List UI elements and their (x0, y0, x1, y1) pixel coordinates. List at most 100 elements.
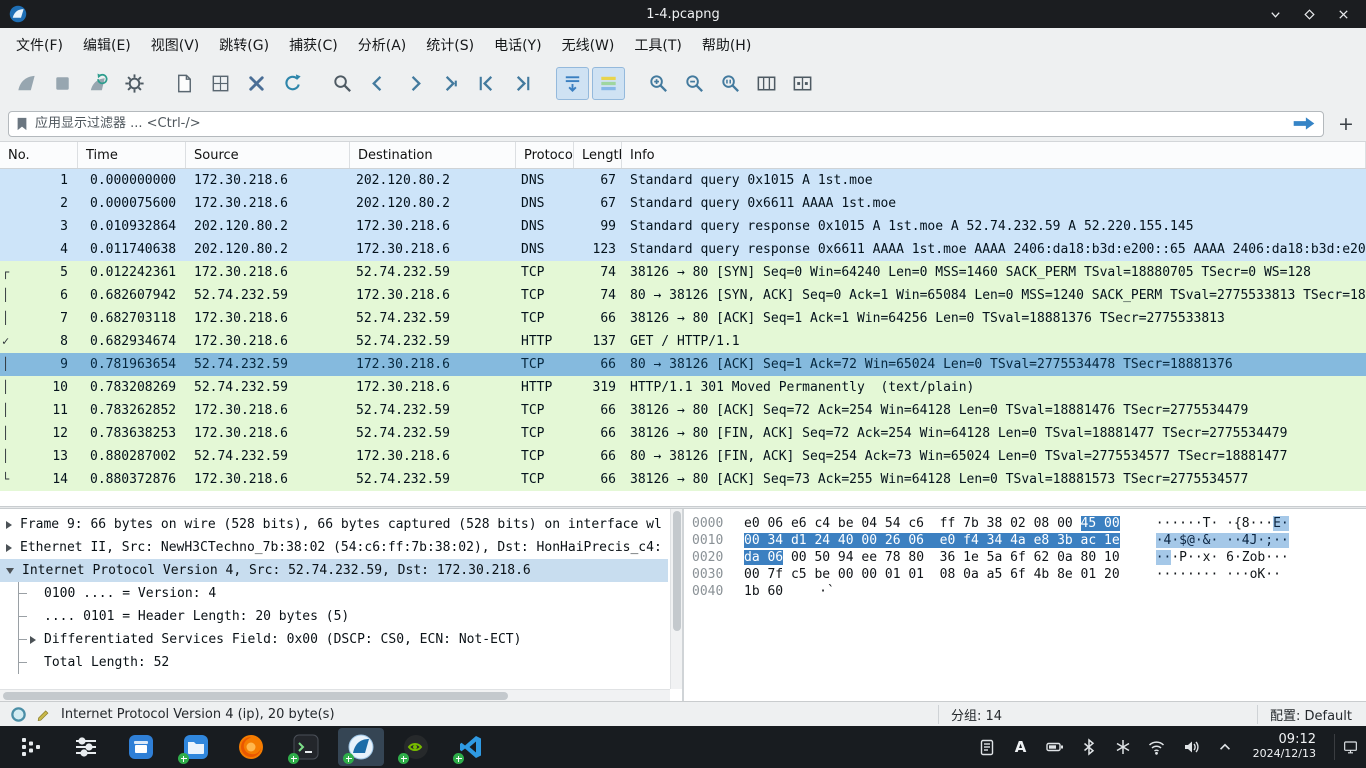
add-filter-button-icon[interactable]: + (1334, 112, 1358, 136)
menu-item[interactable]: 跳转(G) (209, 30, 279, 60)
hex-row[interactable]: 0030 00 7f c5 be 00 00 01 01 08 0a a5 6f… (692, 566, 1366, 583)
column-header[interactable]: No. (0, 142, 78, 168)
packet-row[interactable]: 3 0.010932864 202.120.80.2 172.30.218.6 … (0, 215, 1366, 238)
chevron-right-icon[interactable] (6, 521, 12, 529)
wifi-icon[interactable] (1147, 737, 1167, 757)
menu-item[interactable]: 视图(V) (141, 30, 210, 60)
go-back-icon[interactable] (362, 67, 395, 100)
menu-item[interactable]: 分析(A) (348, 30, 417, 60)
hex-bytes[interactable]: 1b 60 (744, 583, 783, 600)
menu-item[interactable]: 文件(F) (6, 30, 73, 60)
menu-item[interactable]: 电话(Y) (484, 30, 551, 60)
go-forward-icon[interactable] (398, 67, 431, 100)
hex-bytes[interactable]: 00 7f c5 be 00 00 01 01 08 0a a5 6f 4b 8… (744, 566, 1120, 583)
launcher-icon[interactable] (8, 728, 54, 766)
menu-item[interactable]: 编辑(E) (73, 30, 141, 60)
packet-row[interactable]: │10 0.783208269 52.74.232.59 172.30.218.… (0, 376, 1366, 399)
bookmark-icon[interactable] (15, 116, 29, 132)
packet-detail-line[interactable]: Ethernet II, Src: NewH3CTechno_7b:38:02 … (0, 536, 668, 559)
start-capture-icon[interactable] (10, 67, 43, 100)
hex-bytes[interactable]: 00 34 d1 24 40 00 26 06 e0 f4 34 4a e8 3… (744, 532, 1120, 549)
menu-item[interactable]: 无线(W) (552, 30, 625, 60)
menu-item[interactable]: 统计(S) (416, 30, 484, 60)
hex-row[interactable]: 0040 1b 60 ·` (692, 583, 1366, 600)
save-file-icon[interactable] (204, 67, 237, 100)
scrollbar-thumb[interactable] (3, 692, 508, 700)
taskbar-clock[interactable]: 09:12 2024/12/13 (1253, 733, 1316, 761)
restart-capture-icon[interactable] (82, 67, 115, 100)
hex-ascii[interactable]: ········ ···oK·· (1156, 566, 1289, 583)
packet-row[interactable]: 1 0.000000000 172.30.218.6 202.120.80.2 … (0, 169, 1366, 192)
column-header[interactable]: Destination (350, 142, 516, 168)
packet-detail-line[interactable]: Total Length: 52 (0, 651, 668, 674)
battery-icon[interactable] (1045, 737, 1065, 757)
column-header[interactable]: Protocol (516, 142, 574, 168)
reload-file-icon[interactable] (276, 67, 309, 100)
number-columns-icon[interactable] (786, 67, 819, 100)
menu-item[interactable]: 帮助(H) (692, 30, 761, 60)
column-header[interactable]: Source (186, 142, 350, 168)
hex-ascii[interactable]: ·` (819, 583, 835, 600)
hex-bytes[interactable]: da 06 00 50 94 ee 78 80 36 1e 5a 6f 62 0… (744, 549, 1120, 566)
zoom-out-icon[interactable] (678, 67, 711, 100)
tray-expand-icon[interactable] (1215, 737, 1235, 757)
packet-row[interactable]: │9 0.781963654 52.74.232.59 172.30.218.6… (0, 353, 1366, 376)
wireshark-taskbar-icon[interactable] (338, 728, 384, 766)
packet-row[interactable]: └14 0.880372876 172.30.218.6 52.74.232.5… (0, 468, 1366, 491)
find-packet-icon[interactable] (326, 67, 359, 100)
minimize-button[interactable] (1260, 2, 1290, 26)
display-filter-field[interactable] (8, 111, 1324, 137)
software-center-icon[interactable] (118, 728, 164, 766)
packet-row[interactable]: ✓8 0.682934674 172.30.218.6 52.74.232.59… (0, 330, 1366, 353)
hex-row[interactable]: 0020 da 06 00 50 94 ee 78 80 36 1e 5a 6f… (692, 549, 1366, 566)
scrollbar-thumb[interactable] (673, 511, 681, 631)
column-header[interactable]: Length (574, 142, 622, 168)
go-to-packet-icon[interactable] (434, 67, 467, 100)
details-horizontal-scrollbar[interactable] (0, 689, 670, 701)
menu-item[interactable]: 工具(T) (624, 30, 691, 60)
maximize-button[interactable] (1294, 2, 1324, 26)
close-file-icon[interactable] (240, 67, 273, 100)
hex-row[interactable]: 0000 e0 06 e6 c4 be 04 54 c6 ff 7b 38 02… (692, 515, 1366, 532)
zoom-in-icon[interactable] (642, 67, 675, 100)
chevron-right-icon[interactable] (6, 544, 12, 552)
details-vertical-scrollbar[interactable] (670, 509, 682, 689)
task-view-icon[interactable] (63, 728, 109, 766)
chevron-down-icon[interactable] (6, 568, 14, 574)
menu-item[interactable]: 捕获(C) (279, 30, 348, 60)
profile-text[interactable]: 配置: Default (1257, 705, 1352, 724)
apply-filter-icon[interactable] (1291, 116, 1317, 131)
colorize-icon[interactable] (592, 67, 625, 100)
packet-row[interactable]: │12 0.783638253 172.30.218.6 52.74.232.5… (0, 422, 1366, 445)
packet-row[interactable]: │6 0.682607942 52.74.232.59 172.30.218.6… (0, 284, 1366, 307)
firefox-icon[interactable] (228, 728, 274, 766)
vscode-icon[interactable] (448, 728, 494, 766)
column-header[interactable]: Time (78, 142, 186, 168)
display-filter-input[interactable] (35, 116, 1285, 131)
packet-row[interactable]: │13 0.880287002 52.74.232.59 172.30.218.… (0, 445, 1366, 468)
hex-bytes[interactable]: e0 06 e6 c4 be 04 54 c6 ff 7b 38 02 08 0… (744, 515, 1120, 532)
packet-row[interactable]: ┌5 0.012242361 172.30.218.6 52.74.232.59… (0, 261, 1366, 284)
file-manager-icon[interactable] (173, 728, 219, 766)
close-button[interactable] (1328, 2, 1358, 26)
notes-icon[interactable] (977, 737, 997, 757)
packet-detail-line[interactable]: 0100 .... = Version: 4 (0, 582, 668, 605)
packet-row[interactable]: 2 0.000075600 172.30.218.6 202.120.80.2 … (0, 192, 1366, 215)
capture-comment-icon[interactable] (35, 706, 51, 722)
night-light-icon[interactable] (1113, 737, 1133, 757)
terminal-icon[interactable] (283, 728, 329, 766)
volume-icon[interactable] (1181, 737, 1201, 757)
stop-capture-icon[interactable] (46, 67, 79, 100)
auto-scroll-icon[interactable] (556, 67, 589, 100)
packet-detail-line[interactable]: Frame 9: 66 bytes on wire (528 bits), 66… (0, 513, 668, 536)
packet-detail-line[interactable]: .... 0101 = Header Length: 20 bytes (5) (0, 605, 668, 628)
nvidia-settings-icon[interactable] (393, 728, 439, 766)
zoom-reset-icon[interactable] (714, 67, 747, 100)
hex-ascii[interactable]: ······T· ·{8···E· (1156, 515, 1289, 532)
hex-ascii[interactable]: ···P··x· 6·Zob··· (1156, 549, 1289, 566)
packet-detail-line[interactable]: Differentiated Services Field: 0x00 (DSC… (0, 628, 668, 651)
input-method-icon[interactable]: A (1011, 737, 1031, 757)
go-last-icon[interactable] (506, 67, 539, 100)
open-file-icon[interactable] (168, 67, 201, 100)
expert-info-icon[interactable] (10, 706, 27, 723)
